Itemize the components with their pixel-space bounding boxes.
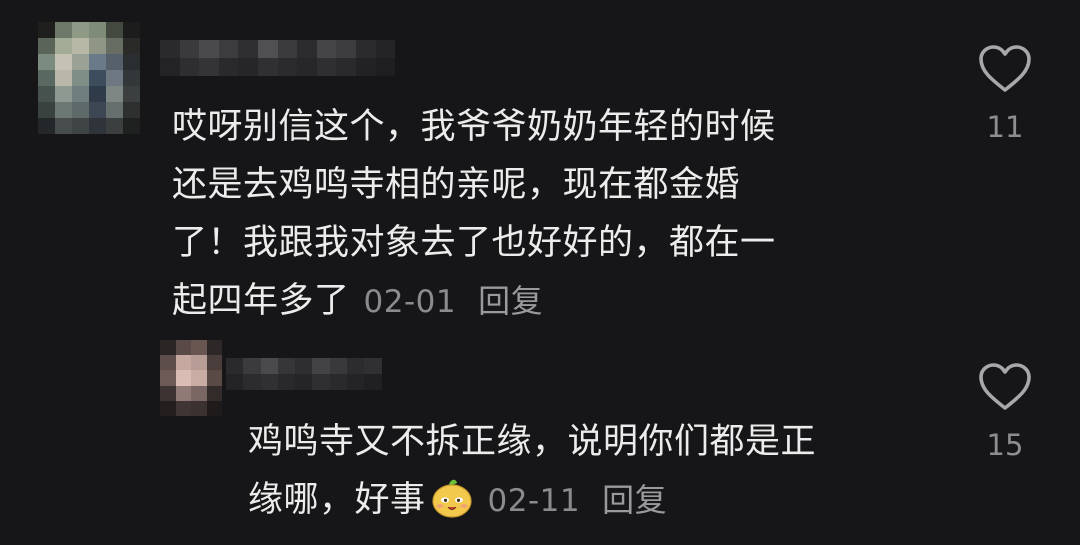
smiling-face-sticker-icon (431, 479, 472, 518)
username-blurred[interactable] (226, 358, 382, 390)
like-button[interactable]: 11 (972, 44, 1038, 144)
comment-line: 了！我跟我对象去了也好好的，都在一 (172, 223, 776, 263)
comment-date: 02-01 (363, 284, 457, 320)
heart-outline-icon (979, 45, 1031, 92)
comment-line: 还是去鸡鸣寺相的亲呢，现在都金婚 (172, 165, 741, 205)
comment-line: 缘哪，好事 (248, 480, 426, 520)
comment-date: 02-11 (487, 483, 581, 519)
reply-body: 鸡鸣寺又不拆正缘，说明你们都是正 缘哪，好事 02-11 回复 (248, 413, 938, 530)
like-count: 15 (986, 428, 1024, 462)
heart-outline-icon (979, 363, 1031, 410)
comment-line: 哎呀别信这个，我爷爷奶奶年轻的时候 (172, 107, 776, 147)
comment-line: 鸡鸣寺又不拆正缘，说明你们都是正 (248, 422, 817, 462)
username-blurred[interactable] (160, 40, 396, 76)
reply-button[interactable]: 回复 (602, 481, 667, 519)
reply-button[interactable]: 回复 (478, 282, 543, 320)
like-count: 11 (986, 110, 1024, 144)
comment-thread: 哎呀别信这个，我爷爷奶奶年轻的时候 还是去鸡鸣寺相的亲呢，现在都金婚 了！我跟我… (0, 0, 1080, 545)
comment-line: 起四年多了 (172, 281, 350, 321)
avatar[interactable] (160, 340, 222, 416)
comment-body: 哎呀别信这个，我爷爷奶奶年轻的时候 还是去鸡鸣寺相的亲呢，现在都金婚 了！我跟我… (172, 98, 912, 331)
avatar[interactable] (38, 22, 140, 134)
like-button[interactable]: 15 (972, 362, 1038, 462)
